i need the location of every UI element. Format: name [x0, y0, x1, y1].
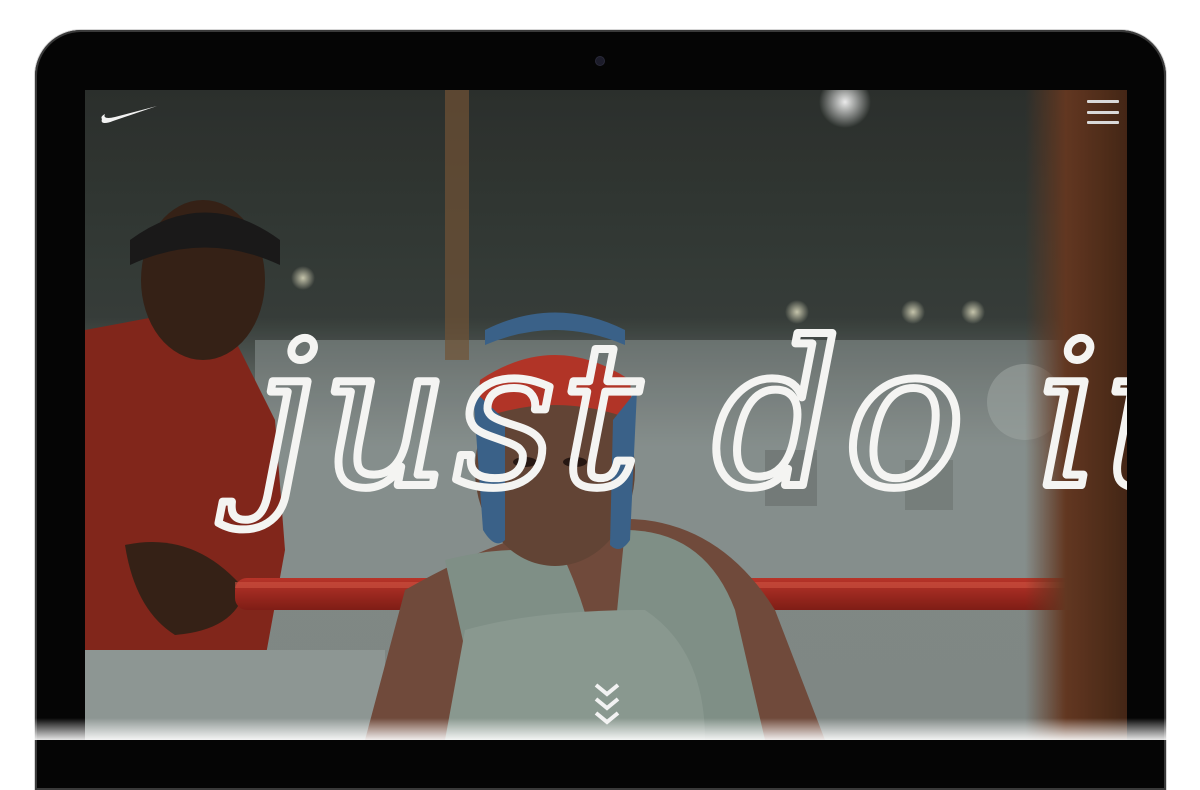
laptop-frame: just do it — [35, 30, 1166, 790]
page-bottom-fade — [0, 718, 1200, 740]
website-viewport: just do it — [85, 90, 1127, 740]
nike-swoosh-icon[interactable] — [99, 102, 159, 126]
menu-line — [1087, 121, 1119, 124]
menu-line — [1087, 100, 1119, 103]
menu-line — [1087, 110, 1119, 114]
hero-background-image — [85, 90, 1127, 740]
hamburger-menu-icon[interactable] — [1087, 100, 1119, 124]
webcam-dot — [596, 57, 604, 65]
